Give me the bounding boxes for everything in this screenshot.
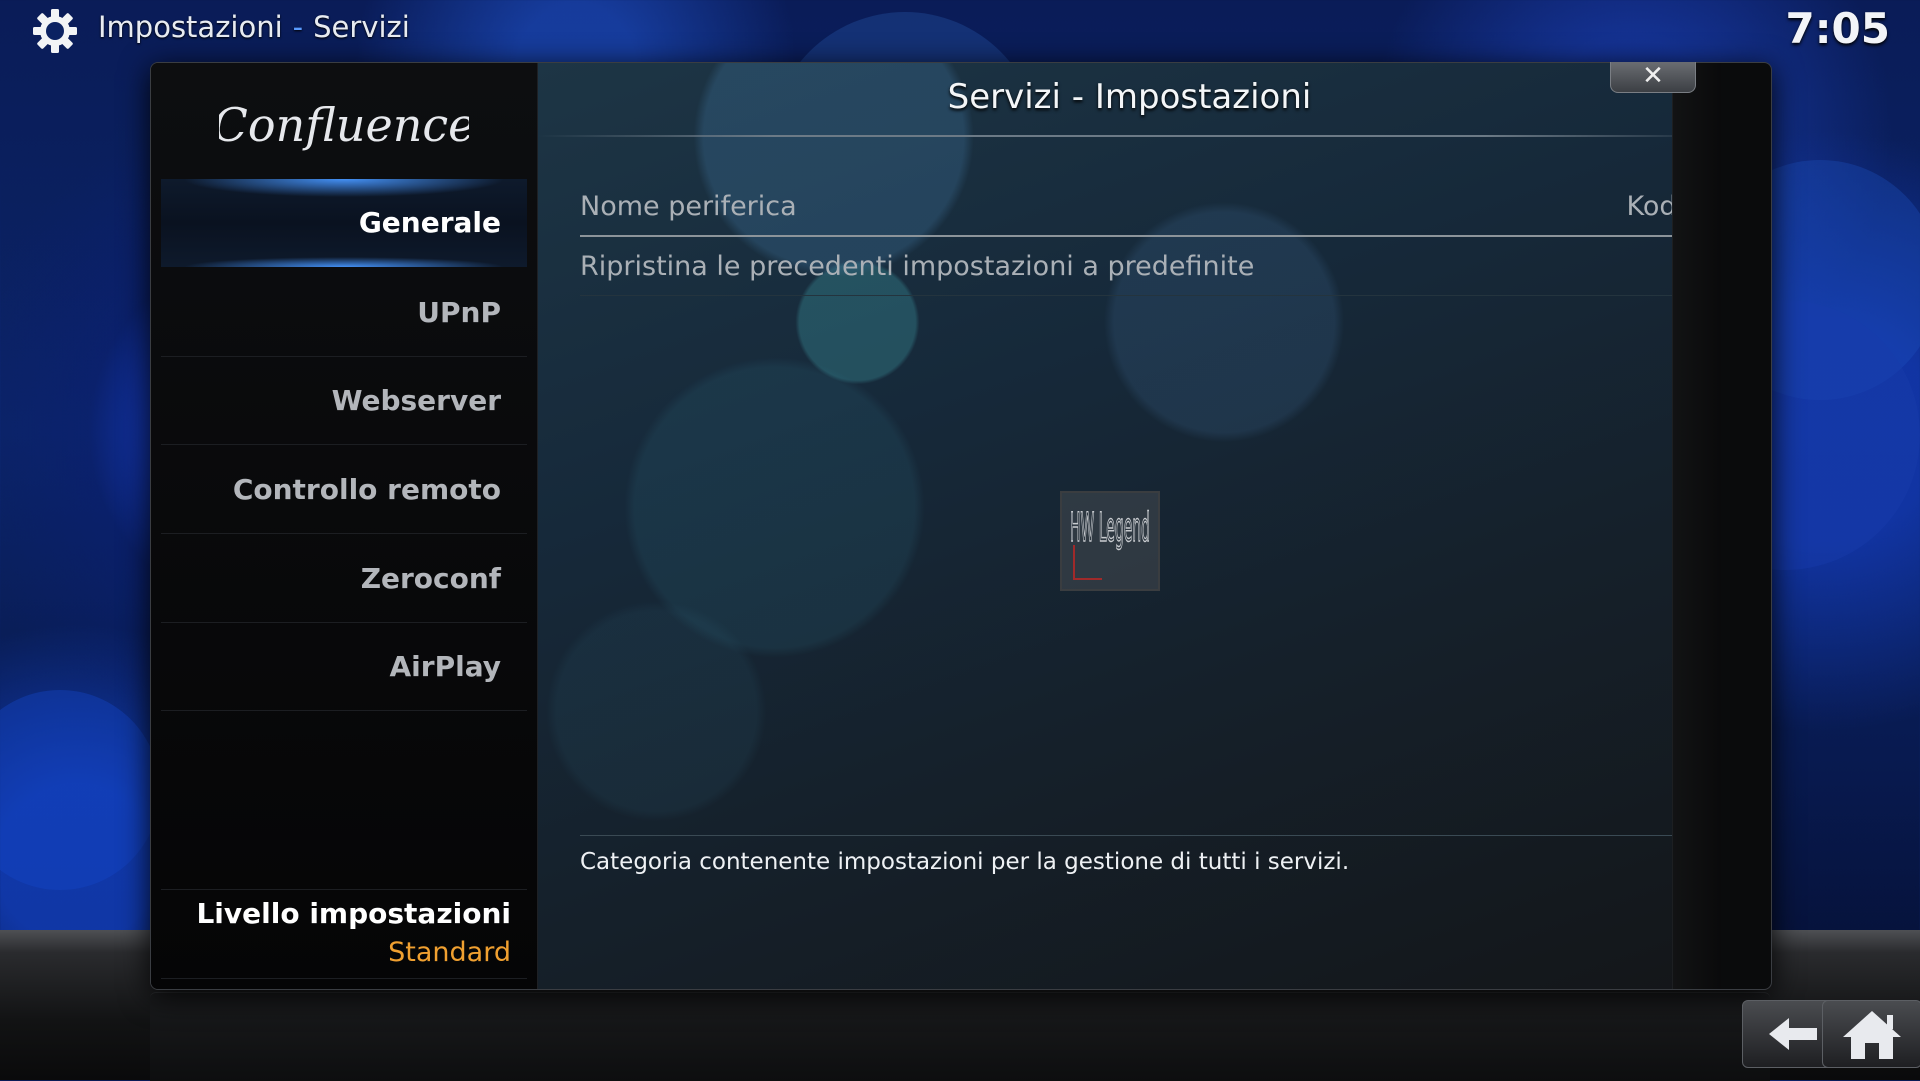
confluence-logo: Confluence	[219, 98, 469, 152]
close-icon: ✕	[1642, 61, 1664, 91]
svg-text:Confluence: Confluence	[219, 98, 469, 152]
setting-label: Nome periferica	[580, 191, 797, 222]
breadcrumb: Impostazioni - Servizi	[98, 10, 410, 44]
bottom-panel	[150, 992, 1770, 1081]
dialog-title: Servizi - Impostazioni	[947, 77, 1312, 117]
settings-level-value[interactable]: Standard	[388, 937, 511, 968]
top-bar: Impostazioni - Servizi 7:05	[0, 0, 1920, 60]
home-icon	[1843, 1011, 1901, 1059]
sidebar-item-label: UPnP	[417, 296, 501, 329]
scrollbar-track[interactable]	[1672, 63, 1721, 989]
sidebar-item-label: Webserver	[331, 384, 501, 417]
divider	[161, 978, 527, 979]
sidebar-item-airplay[interactable]: AirPlay	[161, 623, 527, 711]
home-button[interactable]	[1822, 1000, 1920, 1068]
watermark-logo: HW Legend	[1060, 491, 1160, 591]
title-divider	[538, 135, 1721, 137]
sidebar-item-label: AirPlay	[389, 650, 501, 683]
breadcrumb-page: Servizi	[313, 10, 410, 44]
sidebar-item-zeroconf[interactable]: Zeroconf	[161, 535, 527, 623]
sidebar-item-label: Generale	[358, 206, 501, 239]
sidebar: Confluence Generale UPnP Webserver Contr…	[151, 63, 538, 989]
settings-content: Servizi - Impostazioni Nome periferica K…	[538, 63, 1721, 989]
hw-legend-icon: HW Legend	[1069, 504, 1151, 580]
settings-level-label[interactable]: Livello impostazioni	[196, 897, 511, 930]
background-bokeh	[0, 690, 160, 890]
setting-label: Ripristina le precedenti impostazioni a …	[580, 251, 1255, 282]
breadcrumb-separator: -	[292, 10, 304, 44]
sidebar-item-label: Zeroconf	[360, 562, 501, 595]
setting-description: Categoria contenente impostazioni per la…	[580, 849, 1350, 875]
clock: 7:05	[1785, 4, 1890, 53]
sidebar-item-label: Controllo remoto	[232, 473, 501, 506]
settings-window: Confluence Generale UPnP Webserver Contr…	[150, 62, 1772, 990]
svg-text:HW Legend: HW Legend	[1070, 505, 1150, 551]
setting-device-name[interactable]: Nome periferica Kodi	[580, 179, 1684, 237]
sidebar-item-webserver[interactable]: Webserver	[161, 357, 527, 445]
gear-icon	[33, 9, 77, 53]
setting-reset-defaults[interactable]: Ripristina le precedenti impostazioni a …	[580, 239, 1684, 296]
divider	[161, 889, 527, 890]
description-divider	[580, 835, 1684, 836]
sidebar-item-controllo-remoto[interactable]: Controllo remoto	[161, 446, 527, 534]
breadcrumb-section: Impostazioni	[98, 10, 283, 44]
close-button[interactable]: ✕	[1610, 62, 1696, 93]
sidebar-item-generale[interactable]: Generale	[161, 179, 527, 267]
sidebar-item-upnp[interactable]: UPnP	[161, 269, 527, 357]
